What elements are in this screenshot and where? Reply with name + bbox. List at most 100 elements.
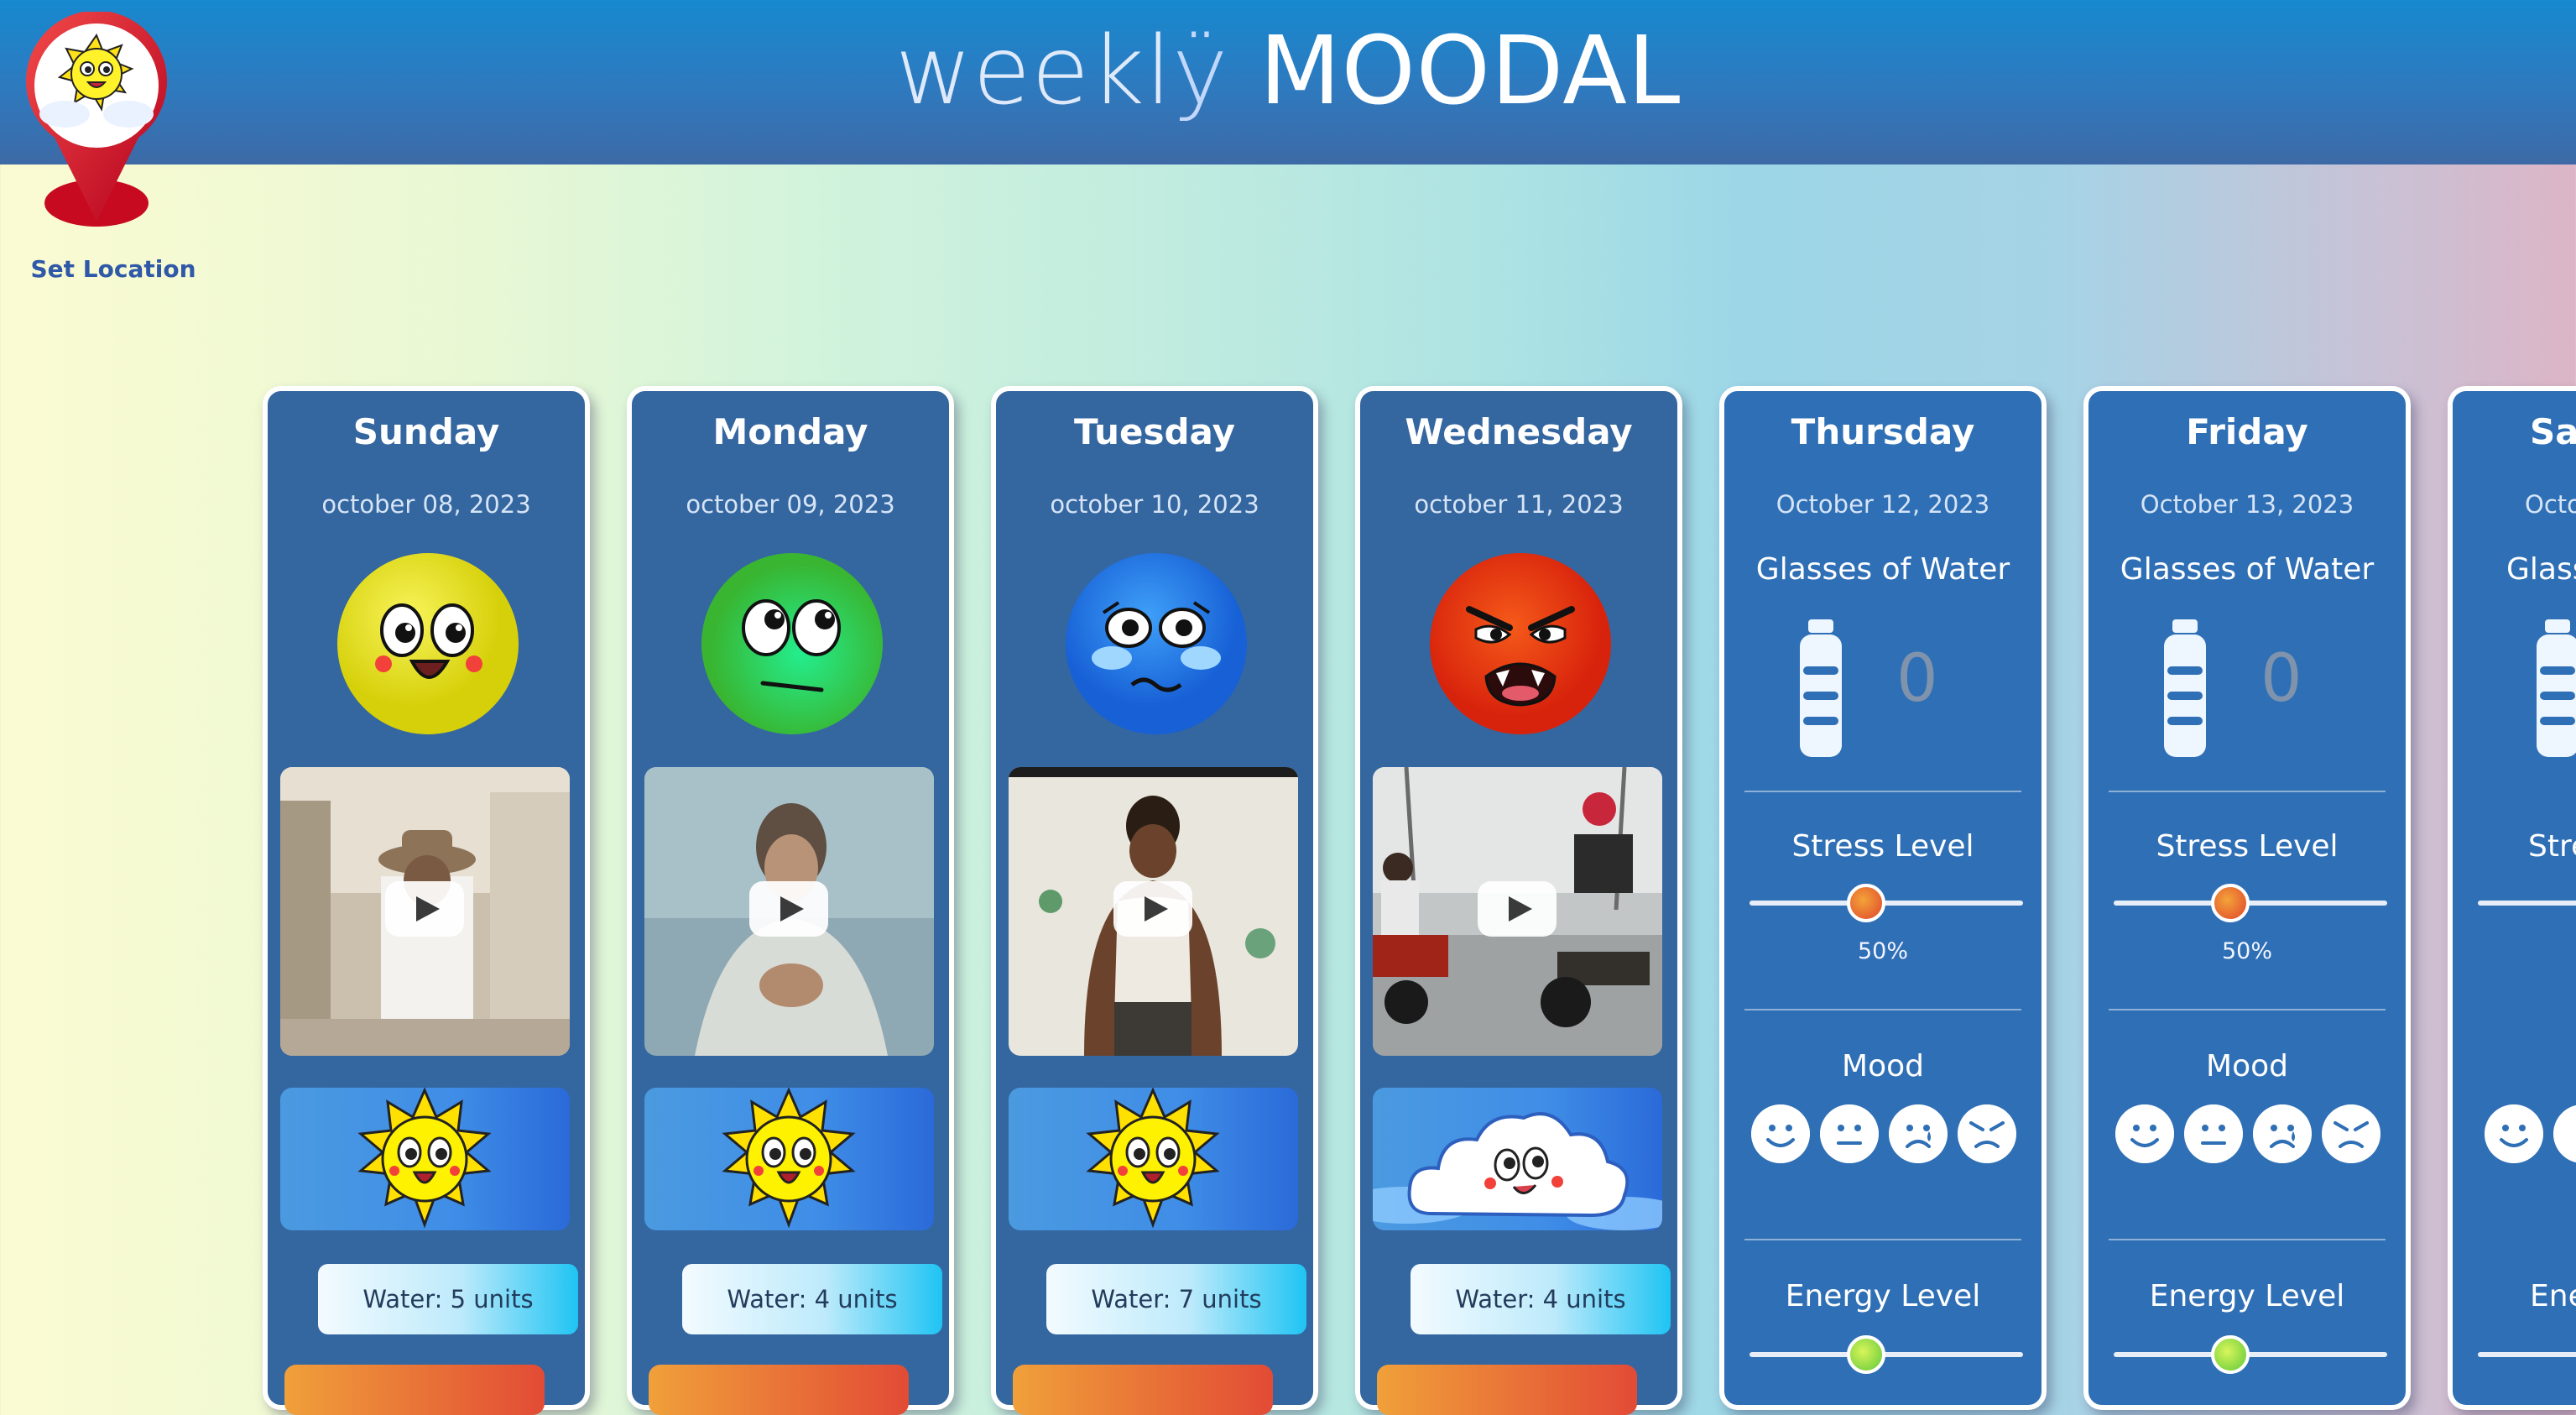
play-button[interactable] — [749, 881, 828, 937]
bottom-bar — [1013, 1365, 1273, 1415]
happy-face-icon[interactable] — [1751, 1104, 1810, 1163]
water-bottle-icon[interactable] — [2156, 619, 2214, 757]
mood-options — [1751, 1104, 2028, 1167]
weather-card — [644, 1088, 934, 1230]
divider — [2109, 791, 2386, 792]
neutral-face-icon[interactable] — [1820, 1104, 1879, 1163]
day-card-friday: Friday October 13, 2023 Glasses of Water… — [2083, 386, 2411, 1410]
sun-icon — [1086, 1088, 1220, 1229]
play-button[interactable] — [1478, 881, 1557, 937]
neutral-face-icon[interactable] — [2184, 1104, 2243, 1163]
energy-slider[interactable] — [1749, 1352, 2023, 1357]
day-name: Sunday — [352, 411, 500, 452]
stress-title: Stre — [2528, 829, 2576, 864]
day-date: october 08, 2023 — [321, 490, 531, 519]
day-date: october 09, 2023 — [686, 490, 895, 519]
day-name: Thursday — [1791, 411, 1975, 452]
water-units: Water: 7 units — [1046, 1264, 1306, 1334]
energy-slider[interactable] — [2478, 1352, 2576, 1357]
sad-face-icon[interactable] — [2253, 1104, 2312, 1163]
day-card-tuesday: Tuesday october 10, 2023 Water: 7 units — [991, 386, 1318, 1415]
divider — [1744, 1009, 2021, 1010]
stress-slider-thumb[interactable] — [2211, 884, 2250, 922]
energy-title: Ene — [2530, 1279, 2576, 1313]
water-bottle-icon[interactable] — [1791, 619, 1850, 757]
water-bottle-icon[interactable] — [2528, 619, 2576, 757]
energy-title: Energy Level — [1785, 1279, 1981, 1313]
day-card-sunday: Sunday october 08, 2023 Water: 5 units — [263, 386, 590, 1415]
bottom-bar — [649, 1365, 909, 1415]
sun-icon — [357, 1088, 492, 1229]
weather-card — [1009, 1088, 1298, 1230]
set-location-button[interactable]: Set Location — [17, 12, 210, 283]
stress-slider[interactable] — [2114, 901, 2387, 906]
energy-slider-thumb[interactable] — [2211, 1335, 2250, 1374]
stress-slider[interactable] — [2478, 901, 2576, 906]
water-units: Water: 4 units — [682, 1264, 942, 1334]
day-card-thursday: Thursday October 12, 2023 Glasses of Wat… — [1719, 386, 2047, 1410]
divider — [2109, 1239, 2386, 1240]
location-pin-icon — [26, 12, 167, 227]
cloud-icon — [1373, 1112, 1662, 1230]
play-button[interactable] — [1113, 881, 1192, 937]
sad-face-icon[interactable] — [1889, 1104, 1948, 1163]
day-date: October 12, 2023 — [1776, 490, 1990, 519]
energy-slider[interactable] — [2114, 1352, 2387, 1357]
sad-face-icon[interactable] — [1063, 551, 1249, 737]
day-name: Tuesday — [1074, 411, 1235, 452]
video-thumbnail[interactable] — [644, 767, 934, 1056]
angry-face-icon[interactable] — [2322, 1104, 2380, 1163]
divider — [1744, 1239, 2021, 1240]
day-date: october 11, 2023 — [1414, 490, 1624, 519]
divider — [1744, 791, 2021, 792]
water-title: Glasses of Water — [2120, 552, 2375, 587]
divider — [2109, 1009, 2386, 1010]
day-card-monday: Monday october 09, 2023 Water: 4 units — [627, 386, 954, 1415]
day-card-wednesday: Wednesday october 11, 2023 Water: 4 unit… — [1355, 386, 1682, 1415]
video-thumbnail[interactable] — [280, 767, 570, 1056]
play-button[interactable] — [385, 881, 464, 937]
mood-title: Mood — [1842, 1049, 1924, 1083]
day-name: Wednesday — [1405, 411, 1633, 452]
water-title: Glass — [2506, 552, 2576, 587]
day-date: Octob — [2525, 490, 2576, 519]
title-moodal: MOODAL — [1228, 17, 1682, 126]
neutral-face-icon[interactable] — [699, 551, 885, 737]
energy-slider-thumb[interactable] — [1847, 1335, 1885, 1374]
stress-slider-thumb[interactable] — [1847, 884, 1885, 922]
video-thumbnail[interactable] — [1373, 767, 1662, 1056]
happy-face-icon[interactable] — [2485, 1104, 2543, 1163]
title-y: ÿ — [1172, 17, 1229, 126]
day-date: October 13, 2023 — [2140, 490, 2354, 519]
set-location-label: Set Location — [30, 255, 196, 283]
angry-face-icon[interactable] — [1958, 1104, 2016, 1163]
water-units: Water: 4 units — [1411, 1264, 1671, 1334]
water-units: Water: 5 units — [318, 1264, 578, 1334]
neutral-face-icon[interactable] — [2553, 1104, 2576, 1163]
day-name: Friday — [2186, 411, 2308, 452]
angry-face-icon[interactable] — [1427, 551, 1614, 737]
bottom-bar — [1377, 1365, 1637, 1415]
day-name: Sa — [2530, 411, 2576, 452]
app-title: weeklÿ MOODAL — [0, 17, 2576, 126]
title-weekly: weekl — [894, 17, 1173, 126]
bottom-bar — [284, 1365, 545, 1415]
water-count: 0 — [2261, 641, 2302, 717]
mood-title: Mood — [2206, 1049, 2288, 1083]
happy-face-icon[interactable] — [335, 551, 521, 737]
stress-title: Stress Level — [1791, 829, 1974, 864]
stress-title: Stress Level — [2156, 829, 2339, 864]
day-name: Monday — [712, 411, 868, 452]
stress-slider[interactable] — [1749, 901, 2023, 906]
weather-card — [1373, 1088, 1662, 1230]
water-title: Glasses of Water — [1755, 552, 2010, 587]
sun-icon — [722, 1088, 856, 1229]
stress-percent: 50% — [2221, 938, 2272, 964]
weather-card — [280, 1088, 570, 1230]
stress-percent: 50% — [1857, 938, 1908, 964]
video-thumbnail[interactable] — [1009, 767, 1298, 1056]
happy-face-icon[interactable] — [2115, 1104, 2174, 1163]
day-date: october 10, 2023 — [1050, 490, 1259, 519]
day-card-saturday: Sa Octob Glass Stre Ene — [2448, 386, 2576, 1410]
energy-title: Energy Level — [2149, 1279, 2345, 1313]
